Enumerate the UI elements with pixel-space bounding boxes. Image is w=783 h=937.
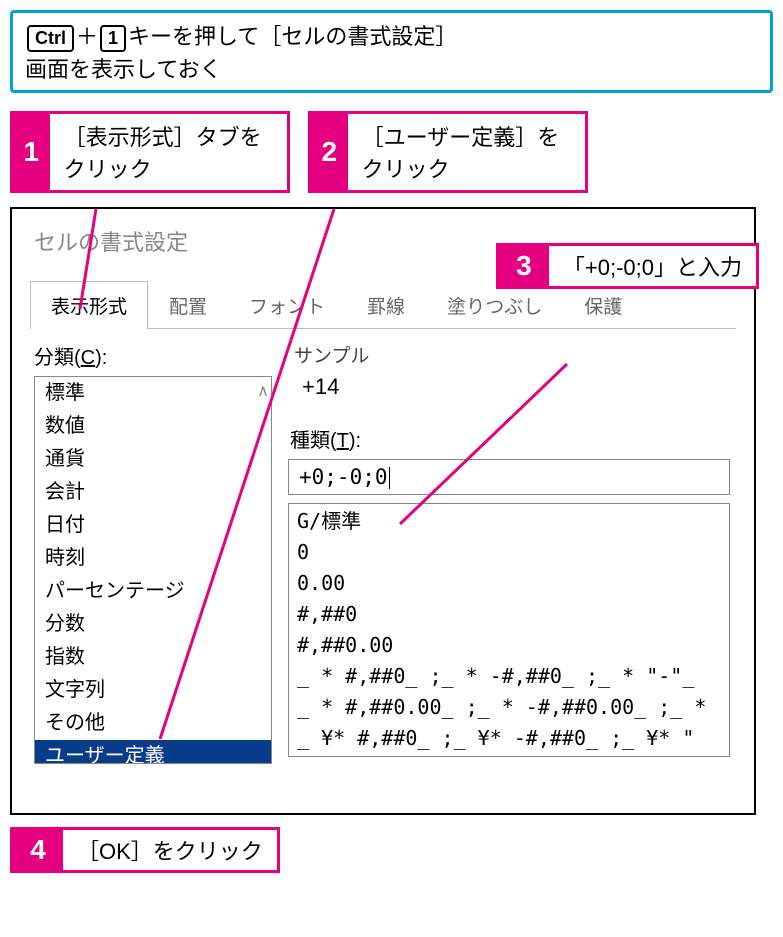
list-item[interactable]: 0	[297, 537, 721, 568]
list-item[interactable]: 指数	[35, 641, 271, 674]
list-item[interactable]: _ * #,##0.00_ ;_ * -#,##0.00_ ;_ *	[297, 692, 721, 723]
scroll-up-icon[interactable]: ∧	[257, 381, 269, 401]
list-item[interactable]: _ ¥* #,##0_ ;_ ¥* -#,##0_ ;_ ¥* "	[297, 723, 721, 754]
intro-instruction: Ctrl＋1キーを押して［セルの書式設定］ 画面を表示しておく	[10, 10, 773, 93]
callouts-row: 1 ［表示形式］タブをクリック 2 ［ユーザー定義］をクリック 3 「+0;-0…	[10, 111, 773, 193]
list-item-selected[interactable]: ユーザー定義	[35, 740, 271, 764]
step-number: 4	[13, 830, 63, 870]
format-cells-dialog: セルの書式設定 表示形式 配置 フォント 罫線 塗りつぶし 保護 分類(C): …	[10, 207, 756, 815]
sample-label: サンプル	[288, 341, 736, 368]
sample-value: +14	[288, 372, 736, 414]
list-item[interactable]: 会計	[35, 476, 271, 509]
list-item[interactable]: 数値	[35, 410, 271, 443]
list-item[interactable]: 分数	[35, 608, 271, 641]
tab-alignment[interactable]: 配置	[148, 281, 228, 329]
list-item[interactable]: 日付	[35, 509, 271, 542]
list-item[interactable]: #,##0.00	[297, 630, 721, 661]
callout-1: 1 ［表示形式］タブをクリック	[10, 111, 290, 193]
step-text: ［OK］をクリック	[63, 830, 277, 870]
type-label: 種類(T):	[290, 424, 736, 453]
tab-border[interactable]: 罫線	[346, 281, 426, 329]
category-listbox[interactable]: ∧ 標準 数値 通貨 会計 日付 時刻 パーセンテージ 分数 指数 文字列 その…	[34, 376, 272, 764]
list-item[interactable]: _ * #,##0_ ;_ * -#,##0_ ;_ * "-"_	[297, 661, 721, 692]
step-number: 1	[13, 114, 50, 190]
step-number: 3	[499, 246, 549, 286]
step-text: ［表示形式］タブをクリック	[50, 114, 287, 190]
type-input[interactable]: +0;-0;0	[288, 459, 730, 495]
tab-number-format[interactable]: 表示形式	[30, 281, 148, 329]
list-item[interactable]: #,##0	[297, 599, 721, 630]
list-item[interactable]: パーセンテージ	[35, 575, 271, 608]
kbd-ctrl: Ctrl	[27, 25, 74, 52]
kbd-1: 1	[100, 25, 126, 52]
list-item[interactable]: 通貨	[35, 443, 271, 476]
callout-4: 4 ［OK］をクリック	[10, 827, 280, 873]
list-item[interactable]: 標準	[35, 377, 271, 410]
list-item[interactable]: 0.00	[297, 568, 721, 599]
step-text: 「+0;-0;0」と入力	[549, 246, 756, 286]
list-item[interactable]: その他	[35, 707, 271, 740]
category-label: 分類(C):	[34, 341, 272, 370]
dialog-wrapper: セルの書式設定 表示形式 配置 フォント 罫線 塗りつぶし 保護 分類(C): …	[10, 207, 773, 815]
list-item[interactable]: 時刻	[35, 542, 271, 575]
step-text: ［ユーザー定義］をクリック	[348, 114, 585, 190]
tab-font[interactable]: フォント	[228, 281, 346, 329]
callout-2: 2 ［ユーザー定義］をクリック	[308, 111, 588, 193]
callout-3: 3 「+0;-0;0」と入力	[496, 243, 759, 289]
list-item[interactable]: _ ¥* #,##0.00_ ;_ ¥* -#,##0.00_ ;	[297, 754, 721, 757]
list-item[interactable]: G/標準	[297, 506, 721, 537]
list-item[interactable]: 文字列	[35, 674, 271, 707]
step-number: 2	[311, 114, 348, 190]
format-listbox[interactable]: G/標準 0 0.00 #,##0 #,##0.00 _ * #,##0_ ;_…	[288, 503, 730, 757]
